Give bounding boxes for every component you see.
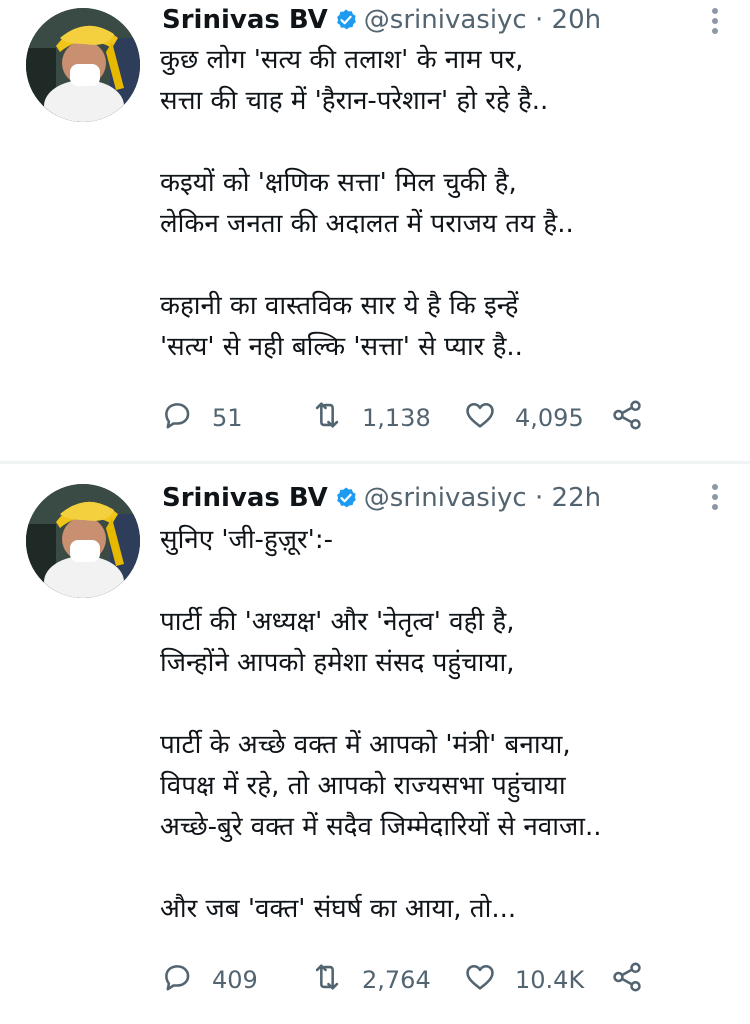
retweet-icon (310, 398, 344, 438)
author-handle[interactable]: @srinivasiyc (364, 483, 527, 513)
retweet-count: 2,764 (362, 966, 431, 994)
tweet-text: सुनिए 'जी-हुज़ूर':- पार्टी की 'अध्यक्ष' … (160, 520, 740, 930)
tweet-line: अच्छे-बुरे वक्त में सदैव जिम्मेदारियों स… (160, 812, 602, 842)
tweet-timestamp[interactable]: 22h (552, 483, 602, 513)
tweet-line: लेकिन जनता की अदालत में पराजय तय है.. (160, 209, 574, 239)
tweet-line: सत्ता की चाह में 'हैरान-परेशान' हो रहे ह… (160, 86, 549, 116)
verified-badge-icon (334, 484, 358, 508)
reply-count: 409 (212, 966, 258, 994)
tweet-line: जिन्होंने आपको हमेशा संसद पहुंचाया, (160, 648, 515, 678)
share-button[interactable] (610, 398, 644, 438)
tweet-actions: 51 1,138 4,095 (160, 398, 660, 438)
tweet-line: विपक्ष में रहे, तो आपको राज्यसभा पहुंचाय… (160, 771, 566, 801)
tweet-line: पार्टी की 'अध्यक्ष' और 'नेतृत्व' वही है, (160, 607, 515, 637)
tweet[interactable]: Srinivas BV @srinivasiyc · 22h सुनिए 'जी-… (0, 464, 750, 1024)
tweet-line: कहानी का वास्तविक सार ये है कि इन्हें (160, 291, 519, 321)
tweet-line: कुछ लोग 'सत्य की तलाश' के नाम पर, (160, 45, 524, 75)
tweet-line: सुनिए 'जी-हुज़ूर':- (160, 525, 333, 555)
heart-icon (463, 398, 497, 438)
author-name[interactable]: Srinivas BV (162, 483, 328, 513)
more-vertical-icon[interactable] (708, 6, 722, 36)
tweet-line: 'सत्य' से नही बल्कि 'सत्ता' से प्यार है.… (160, 332, 523, 362)
reply-icon (160, 960, 194, 1000)
tweet-header: Srinivas BV @srinivasiyc · 20h (162, 2, 601, 38)
tweet[interactable]: Srinivas BV @srinivasiyc · 20h कुछ लोग 'स… (0, 0, 750, 462)
like-count: 10.4K (515, 966, 585, 994)
tweet-actions: 409 2,764 10.4K (160, 960, 660, 1000)
like-count: 4,095 (515, 404, 584, 432)
tweet-line: कइयों को 'क्षणिक सत्ता' मिल चुकी है, (160, 168, 517, 198)
reply-button[interactable]: 51 (160, 398, 243, 438)
like-button[interactable]: 10.4K (463, 960, 584, 1000)
reply-count: 51 (212, 404, 243, 432)
reply-icon (160, 398, 194, 438)
tweet-line: पार्टी के अच्छे वक्त में आपको 'मंत्री' ब… (160, 730, 571, 760)
tweet-text: कुछ लोग 'सत्य की तलाश' के नाम पर, सत्ता … (160, 40, 740, 368)
retweet-button[interactable]: 1,138 (310, 398, 431, 438)
share-button[interactable] (610, 960, 644, 1000)
retweet-button[interactable]: 2,764 (310, 960, 431, 1000)
retweet-icon (310, 960, 344, 1000)
verified-badge-icon (334, 6, 358, 30)
avatar[interactable] (26, 8, 140, 122)
share-icon (610, 398, 644, 438)
heart-icon (463, 960, 497, 1000)
tweet-timestamp[interactable]: 20h (552, 5, 602, 35)
tweet-line: और जब 'वक्त' संघर्ष का आया, तो... (160, 894, 517, 924)
tweet-header: Srinivas BV @srinivasiyc · 22h (162, 480, 601, 516)
more-vertical-icon[interactable] (708, 482, 722, 512)
like-button[interactable]: 4,095 (463, 398, 584, 438)
retweet-count: 1,138 (362, 404, 431, 432)
reply-button[interactable]: 409 (160, 960, 258, 1000)
share-icon (610, 960, 644, 1000)
avatar[interactable] (26, 484, 140, 598)
author-handle[interactable]: @srinivasiyc (364, 5, 527, 35)
author-name[interactable]: Srinivas BV (162, 5, 328, 35)
